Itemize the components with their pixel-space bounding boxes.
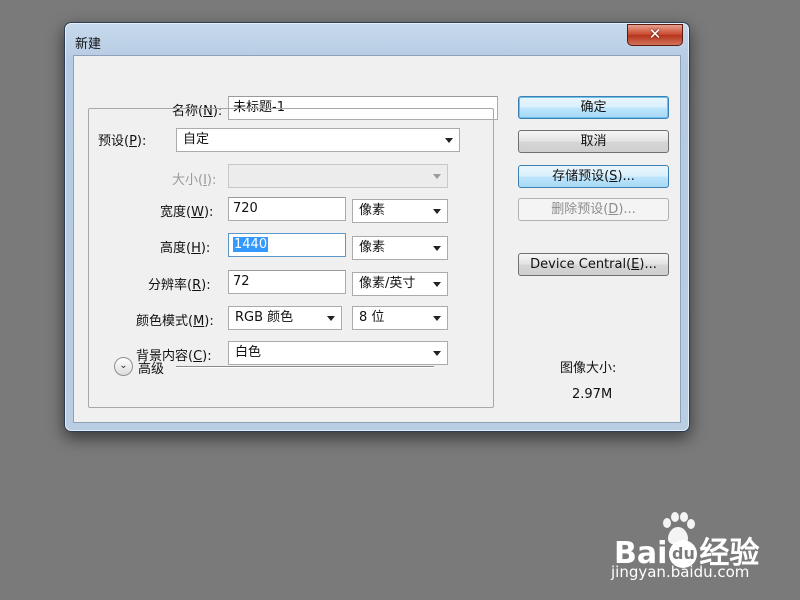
save-preset-button[interactable]: 存储预设(S)...: [518, 165, 669, 188]
background-dropdown[interactable]: 白色: [228, 341, 448, 365]
resolution-input[interactable]: 72: [228, 270, 346, 294]
color-mode-dropdown[interactable]: RGB 颜色: [228, 306, 342, 330]
image-size-value: 2.97M: [572, 387, 613, 402]
color-mode-value: RGB 颜色: [235, 310, 294, 325]
new-document-dialog: 新建 ✕ 名称(N): 未标题-1 预设(P): 自定 大小(I): 宽度(W)…: [64, 22, 690, 432]
bit-depth-dropdown[interactable]: 8 位: [352, 306, 448, 330]
cancel-button[interactable]: 取消: [518, 130, 669, 153]
size-dropdown: [228, 164, 448, 188]
ok-button[interactable]: 确定: [518, 96, 669, 119]
height-unit-dropdown[interactable]: 像素: [352, 236, 448, 260]
advanced-divider: [176, 366, 434, 368]
width-unit-dropdown[interactable]: 像素: [352, 199, 448, 223]
chevron-down-icon: [327, 316, 335, 321]
width-label: 宽度(W):: [160, 205, 214, 220]
chevron-down-icon: [433, 209, 441, 214]
chevron-double-down-icon[interactable]: ⌄: [114, 357, 133, 376]
height-value-selected: 1440: [233, 237, 269, 252]
color-mode-label: 颜色模式(M):: [136, 314, 214, 329]
device-central-button[interactable]: Device Central(E)...: [518, 253, 669, 276]
chevron-down-icon: [433, 246, 441, 251]
delete-preset-button: 删除预设(D)...: [518, 198, 669, 221]
dialog-title: 新建: [75, 37, 102, 52]
close-button[interactable]: ✕: [627, 24, 683, 46]
resolution-label: 分辨率(R):: [148, 278, 211, 293]
size-label: 大小(I):: [172, 173, 217, 188]
height-input[interactable]: 1440: [228, 233, 346, 257]
preset-label: 预设(P):: [94, 130, 151, 149]
bit-depth-value: 8 位: [359, 310, 385, 325]
close-icon: ✕: [648, 25, 662, 43]
chevron-down-icon: [433, 282, 441, 287]
resolution-unit-dropdown[interactable]: 像素/英寸: [352, 272, 448, 296]
chevron-down-icon: [433, 174, 441, 179]
watermark-url: jingyan.baidu.com: [611, 563, 750, 581]
height-unit-value: 像素: [359, 240, 386, 255]
width-input[interactable]: 720: [228, 197, 346, 221]
width-unit-value: 像素: [359, 203, 386, 218]
advanced-label: 高级: [138, 362, 165, 377]
preset-value: 自定: [183, 132, 210, 147]
background-value: 白色: [235, 345, 262, 360]
chevron-down-icon: [433, 351, 441, 356]
image-size-label: 图像大小:: [560, 361, 617, 376]
chevron-down-icon: [433, 316, 441, 321]
height-label: 高度(H):: [160, 241, 211, 256]
dialog-client-area: 名称(N): 未标题-1 预设(P): 自定 大小(I): 宽度(W): 720…: [73, 55, 681, 423]
resolution-unit-value: 像素/英寸: [359, 276, 416, 291]
preset-dropdown[interactable]: 自定: [176, 128, 460, 152]
chevron-down-icon: [445, 138, 453, 143]
